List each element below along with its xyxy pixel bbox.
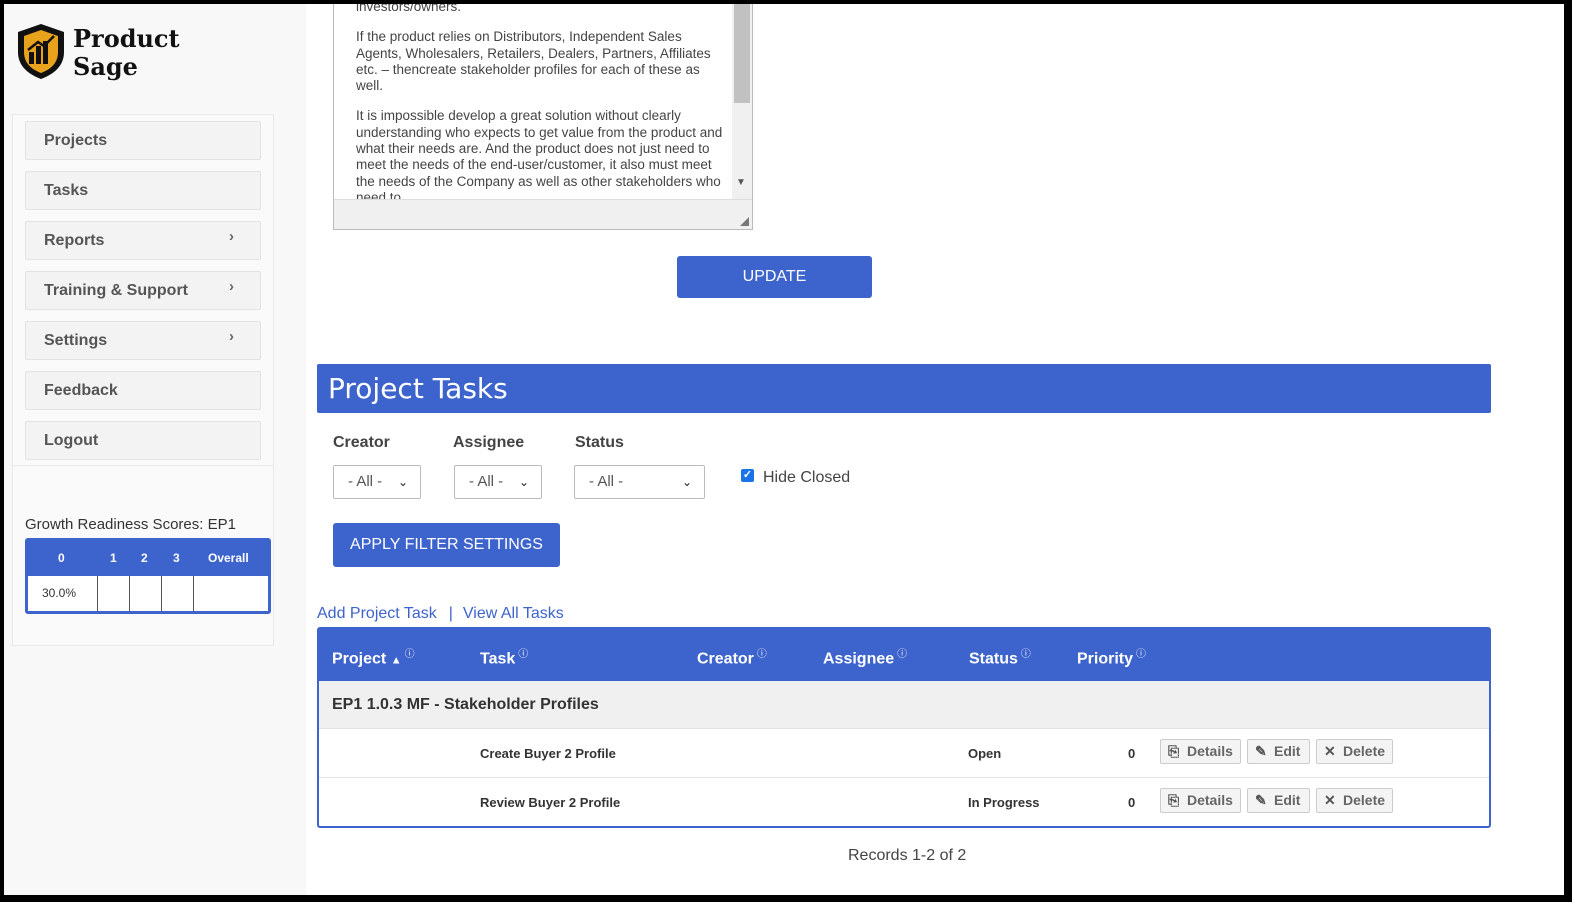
assignee-select[interactable]: - All - ⌄: [454, 465, 542, 499]
scores-header: 0 1 2 3 Overall: [28, 541, 268, 576]
chevron-down-icon: ⌄: [681, 475, 692, 489]
sidebar-item-logout[interactable]: Logout: [25, 421, 261, 460]
score-header-0: 0: [58, 551, 65, 565]
description-text[interactable]: investors/owners. If the product relies …: [356, 4, 728, 199]
pencil-icon: ✎: [1255, 792, 1267, 808]
pencil-icon: ✎: [1255, 743, 1267, 759]
help-icon: ⓘ: [756, 649, 767, 660]
status-select[interactable]: - All - ⌄: [574, 465, 705, 499]
sidebar-item-reports[interactable]: Reports ›: [25, 221, 261, 260]
score-value-2: [130, 576, 162, 611]
add-project-task-link[interactable]: Add Project Task: [317, 605, 437, 622]
column-creator[interactable]: Creator ⓘ: [697, 645, 767, 668]
task-links: Add Project Task | View All Tasks: [317, 605, 564, 623]
task-group-header: EP1 1.0.3 MF - Stakeholder Profiles: [319, 681, 1489, 729]
column-status[interactable]: Status ⓘ: [969, 645, 1031, 668]
details-button[interactable]: ⎘ Details: [1160, 788, 1241, 813]
help-icon: ⓘ: [1020, 649, 1031, 660]
brand-name: Product Sage: [73, 24, 180, 81]
assignee-filter-label: Assignee: [453, 434, 525, 451]
task-status: In Progress: [968, 795, 1040, 810]
sidebar-item-feedback[interactable]: Feedback: [25, 371, 261, 410]
status-filter-label: Status: [575, 434, 624, 451]
details-icon: ⎘: [1168, 743, 1180, 759]
sidebar-item-projects[interactable]: Projects: [25, 121, 261, 160]
sidebar-item-settings[interactable]: Settings ›: [25, 321, 261, 360]
edit-button[interactable]: ✎ Edit: [1247, 739, 1310, 764]
table-row: Review Buyer 2 Profile In Progress 0 ⎘ De…: [319, 778, 1489, 827]
brand-logo[interactable]: Product Sage: [14, 22, 214, 86]
description-paragraph: It is impossible develop a great solutio…: [356, 108, 723, 199]
sidebar-item-tasks[interactable]: Tasks: [25, 171, 261, 210]
help-icon: ⓘ: [518, 649, 529, 660]
tasks-table: Project ▲ ⓘ Task ⓘ Creator ⓘ Assignee ⓘ Stat…: [317, 627, 1491, 828]
task-priority: 0: [1128, 746, 1136, 761]
scroll-down-arrow-icon[interactable]: ▼: [736, 177, 746, 188]
score-header-3: 3: [173, 551, 180, 565]
shield-chart-icon: [18, 24, 64, 79]
sidebar-item-training-support[interactable]: Training & Support ›: [25, 271, 261, 310]
column-project[interactable]: Project ▲ ⓘ: [332, 645, 415, 668]
textarea-scrollbar[interactable]: ▼: [732, 4, 752, 199]
details-button[interactable]: ⎘ Details: [1160, 739, 1241, 764]
chevron-right-icon: ›: [229, 328, 234, 345]
delete-button[interactable]: ✕ Delete: [1316, 739, 1393, 764]
scores-table: 0 1 2 3 Overall 30.0%: [25, 538, 271, 614]
column-assignee[interactable]: Assignee ⓘ: [823, 645, 907, 668]
score-header-overall: Overall: [208, 551, 249, 565]
table-row: Create Buyer 2 Profile Open 0 ⎘ Details ✎…: [319, 729, 1489, 778]
task-status: Open: [968, 746, 1002, 761]
chevron-right-icon: ›: [229, 228, 234, 245]
sidebar: Product Sage Projects Tasks Reports › Tra…: [4, 4, 306, 895]
task-name: Create Buyer 2 Profile: [480, 746, 616, 761]
task-priority: 0: [1128, 795, 1136, 810]
records-count: Records 1-2 of 2: [848, 847, 967, 864]
resize-handle-icon[interactable]: [740, 217, 749, 226]
description-textarea[interactable]: investors/owners. If the product relies …: [333, 4, 753, 230]
app-frame: Product Sage Projects Tasks Reports › Tra…: [4, 4, 1564, 895]
column-task[interactable]: Task ⓘ: [480, 645, 528, 668]
update-button[interactable]: UPDATE: [677, 256, 872, 298]
chevron-down-icon: ⌄: [518, 475, 529, 489]
score-value-overall: [194, 576, 268, 611]
project-tasks-header: Project Tasks: [317, 364, 1491, 413]
help-icon: ⓘ: [897, 649, 908, 660]
column-priority[interactable]: Priority ⓘ: [1077, 645, 1146, 668]
help-icon: ⓘ: [1136, 649, 1147, 660]
scores-row: 30.0%: [28, 576, 268, 611]
score-header-1: 1: [110, 551, 117, 565]
help-icon: ⓘ: [404, 649, 415, 660]
creator-filter-label: Creator: [333, 434, 390, 451]
link-separator: |: [448, 605, 453, 622]
apply-filter-button[interactable]: APPLY FILTER SETTINGS: [333, 523, 560, 567]
creator-select[interactable]: - All - ⌄: [333, 465, 421, 499]
scrollbar-thumb[interactable]: [734, 4, 750, 103]
delete-button[interactable]: ✕ Delete: [1316, 788, 1393, 813]
growth-readiness-panel: Growth Readiness Scores: EP1 0 1 2 3 Ove…: [12, 466, 274, 646]
growth-readiness-title: Growth Readiness Scores: EP1: [25, 516, 236, 533]
view-all-tasks-link[interactable]: View All Tasks: [463, 605, 564, 622]
sidebar-nav: Projects Tasks Reports › Training & Suppo…: [12, 114, 274, 466]
chevron-right-icon: ›: [229, 278, 234, 295]
hide-closed-checkbox[interactable]: ✓: [741, 469, 754, 482]
hide-closed-label[interactable]: Hide Closed: [763, 469, 850, 487]
score-value-0: 30.0%: [28, 576, 98, 611]
task-name: Review Buyer 2 Profile: [480, 795, 621, 810]
close-icon: ✕: [1324, 743, 1336, 759]
score-header-2: 2: [141, 551, 148, 565]
score-value-1: [98, 576, 130, 611]
description-paragraph: investors/owners.: [356, 4, 462, 14]
sort-ascending-icon: ▲: [390, 654, 402, 667]
score-value-3: [162, 576, 194, 611]
textarea-footer: [334, 199, 752, 229]
details-icon: ⎘: [1168, 792, 1180, 808]
description-paragraph: If the product relies on Distributors, I…: [356, 29, 711, 94]
tasks-table-header: Project ▲ ⓘ Task ⓘ Creator ⓘ Assignee ⓘ Stat…: [319, 629, 1489, 681]
chevron-down-icon: ⌄: [397, 475, 408, 489]
close-icon: ✕: [1324, 792, 1336, 808]
edit-button[interactable]: ✎ Edit: [1247, 788, 1310, 813]
